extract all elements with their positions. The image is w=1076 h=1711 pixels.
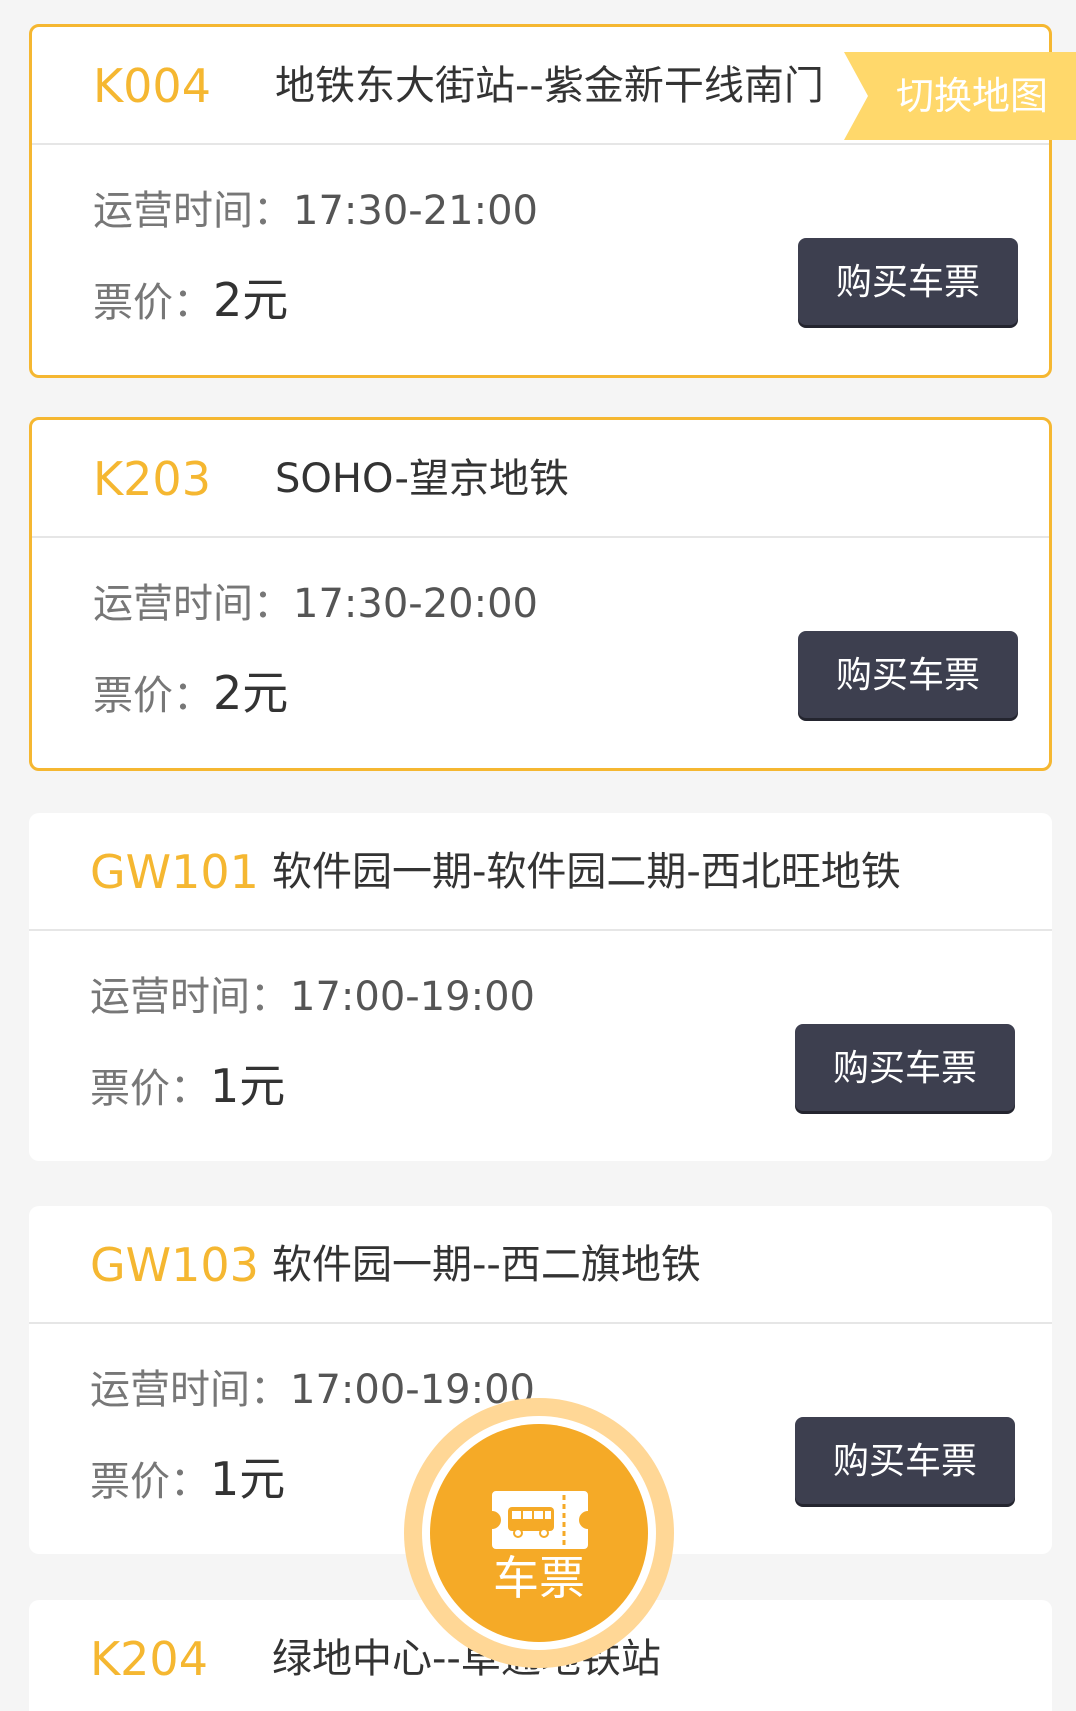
route-code: K204 — [90, 1632, 208, 1686]
bus-route-list-screen: K004 地铁东大街站--紫金新干线南门 运营时间：17:30-21:00 票价… — [0, 0, 1076, 1711]
route-code: K203 — [93, 452, 211, 506]
fare-value: 2元 — [213, 666, 289, 720]
operating-hours: 运营时间：17:00-19:00 — [90, 967, 535, 1035]
buy-ticket-button[interactable]: 购买车票 — [795, 1417, 1015, 1504]
route-card-header: GW101 软件园一期-软件园二期-西北旺地铁 — [29, 813, 1052, 931]
fare: 票价：2元 — [93, 265, 288, 346]
operating-hours-label: 运营时间： — [90, 974, 290, 1020]
buy-ticket-button[interactable]: 购买车票 — [798, 631, 1018, 718]
bus-ticket-icon — [492, 1491, 588, 1549]
operating-hours-value: 17:30-21:00 — [293, 188, 538, 234]
route-code: K004 — [93, 59, 211, 113]
fare-label: 票价： — [93, 280, 213, 326]
route-card-header: GW103 软件园一期--西二旗地铁 — [29, 1206, 1052, 1324]
route-card-body: 运营时间：17:30-20:00 票价：2元 购买车票 — [32, 538, 1049, 768]
fab-core: 车票 — [430, 1424, 648, 1642]
route-card-body: 运营时间：17:00-19:00 票价：1元 购买车票 — [29, 931, 1052, 1161]
fare-value: 2元 — [213, 273, 289, 327]
operating-hours-value: 17:00-19:00 — [290, 974, 535, 1020]
fare: 票价：1元 — [90, 1444, 285, 1525]
fare-value: 1元 — [210, 1452, 286, 1506]
buy-ticket-button[interactable]: 购买车票 — [795, 1024, 1015, 1111]
fab-ring: 车票 — [422, 1416, 656, 1650]
fare: 票价：2元 — [93, 658, 288, 739]
route-card-body: 运营时间：17:30-21:00 票价：2元 购买车票 — [32, 145, 1049, 375]
switch-map-button[interactable]: 切换地图 — [844, 52, 1076, 140]
operating-hours: 运营时间：17:30-21:00 — [93, 181, 538, 249]
fare-label: 票价： — [90, 1459, 210, 1505]
route-card-header: K203 SOHO-望京地铁 — [32, 420, 1049, 538]
operating-hours-label: 运营时间： — [90, 1367, 290, 1413]
route-name: 地铁东大街站--紫金新干线南门 — [275, 63, 824, 109]
route-code: GW103 — [90, 1238, 259, 1292]
route-name: 软件园一期-软件园二期-西北旺地铁 — [272, 849, 901, 895]
route-code: GW101 — [90, 845, 259, 899]
fare-value: 1元 — [210, 1059, 286, 1113]
fare-label: 票价： — [90, 1066, 210, 1112]
route-card-gw101[interactable]: GW101 软件园一期-软件园二期-西北旺地铁 运营时间：17:00-19:00… — [29, 813, 1052, 1161]
operating-hours-label: 运营时间： — [93, 188, 293, 234]
buy-ticket-button[interactable]: 购买车票 — [798, 238, 1018, 325]
operating-hours-label: 运营时间： — [93, 581, 293, 627]
fare-label: 票价： — [93, 673, 213, 719]
fare: 票价：1元 — [90, 1051, 285, 1132]
operating-hours: 运营时间：17:30-20:00 — [93, 574, 538, 642]
fab-label: 车票 — [493, 1551, 585, 1605]
route-card-k203[interactable]: K203 SOHO-望京地铁 运营时间：17:30-20:00 票价：2元 购买… — [29, 417, 1052, 771]
operating-hours-value: 17:30-20:00 — [293, 581, 538, 627]
route-name: 软件园一期--西二旗地铁 — [272, 1242, 701, 1288]
tickets-fab[interactable]: 车票 — [404, 1398, 674, 1668]
route-name: SOHO-望京地铁 — [275, 456, 569, 502]
